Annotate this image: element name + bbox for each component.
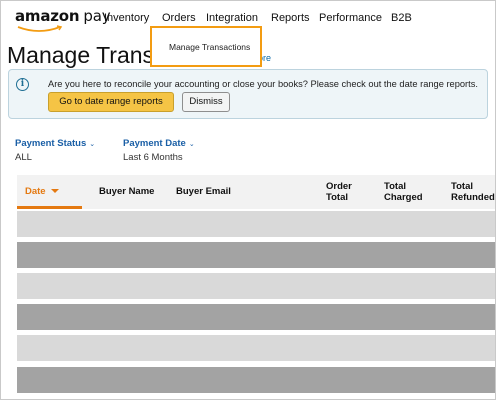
info-banner: i Are you here to reconcile your account… xyxy=(8,69,488,119)
column-header-date[interactable]: Date xyxy=(25,186,59,197)
table-row[interactable] xyxy=(17,211,495,237)
transactions-table-header: Date Buyer Name Buyer Email Order Total … xyxy=(17,175,495,209)
orders-dropdown-menu: Manage Transactions xyxy=(150,26,262,67)
filter-payment-date-value: Last 6 Months xyxy=(123,152,183,163)
column-header-order-total[interactable]: Order Total xyxy=(326,181,352,203)
filter-payment-date[interactable]: Payment Date ⌄ Last 6 Months xyxy=(123,138,195,163)
column-header-total-refunded[interactable]: Total Refunded xyxy=(451,181,495,203)
nav-inventory[interactable]: Inventory xyxy=(104,12,149,24)
logo-text-amazon: amazon xyxy=(15,7,80,25)
sorted-column-indicator xyxy=(17,206,82,209)
filter-payment-status-label: Payment Status xyxy=(15,138,87,149)
app-window: amazon pay Inventory Orders Integration R… xyxy=(0,0,496,400)
nav-integration[interactable]: Integration xyxy=(206,12,258,24)
nav-performance[interactable]: Performance xyxy=(319,12,382,24)
table-row[interactable] xyxy=(17,304,495,330)
nav-b2b[interactable]: B2B xyxy=(391,12,412,24)
chevron-down-icon: ⌄ xyxy=(89,141,96,148)
table-row[interactable] xyxy=(17,242,495,268)
nav-orders[interactable]: Orders xyxy=(162,12,196,24)
filter-payment-date-label: Payment Date xyxy=(123,138,186,149)
info-icon: i xyxy=(16,78,29,91)
table-row[interactable] xyxy=(17,273,495,299)
menu-item-manage-transactions[interactable]: Manage Transactions xyxy=(169,42,250,52)
info-banner-text: Are you here to reconcile your accountin… xyxy=(48,79,478,89)
chevron-down-icon: ⌄ xyxy=(188,141,195,148)
column-header-total-charged[interactable]: Total Charged xyxy=(384,181,423,203)
column-header-buyer-name[interactable]: Buyer Name xyxy=(99,186,154,197)
filter-payment-status-value: ALL xyxy=(15,152,32,163)
amazon-pay-logo[interactable]: amazon pay xyxy=(15,7,111,25)
sort-desc-icon xyxy=(50,189,59,194)
dismiss-button[interactable]: Dismiss xyxy=(182,92,230,112)
filter-payment-status[interactable]: Payment Status ⌄ ALL xyxy=(15,138,95,163)
column-header-buyer-email[interactable]: Buyer Email xyxy=(176,186,231,197)
table-row[interactable] xyxy=(17,367,495,393)
nav-reports[interactable]: Reports xyxy=(271,12,310,24)
go-to-date-range-reports-button[interactable]: Go to date range reports xyxy=(48,92,174,112)
smile-icon xyxy=(17,25,63,32)
table-row[interactable] xyxy=(17,335,495,361)
